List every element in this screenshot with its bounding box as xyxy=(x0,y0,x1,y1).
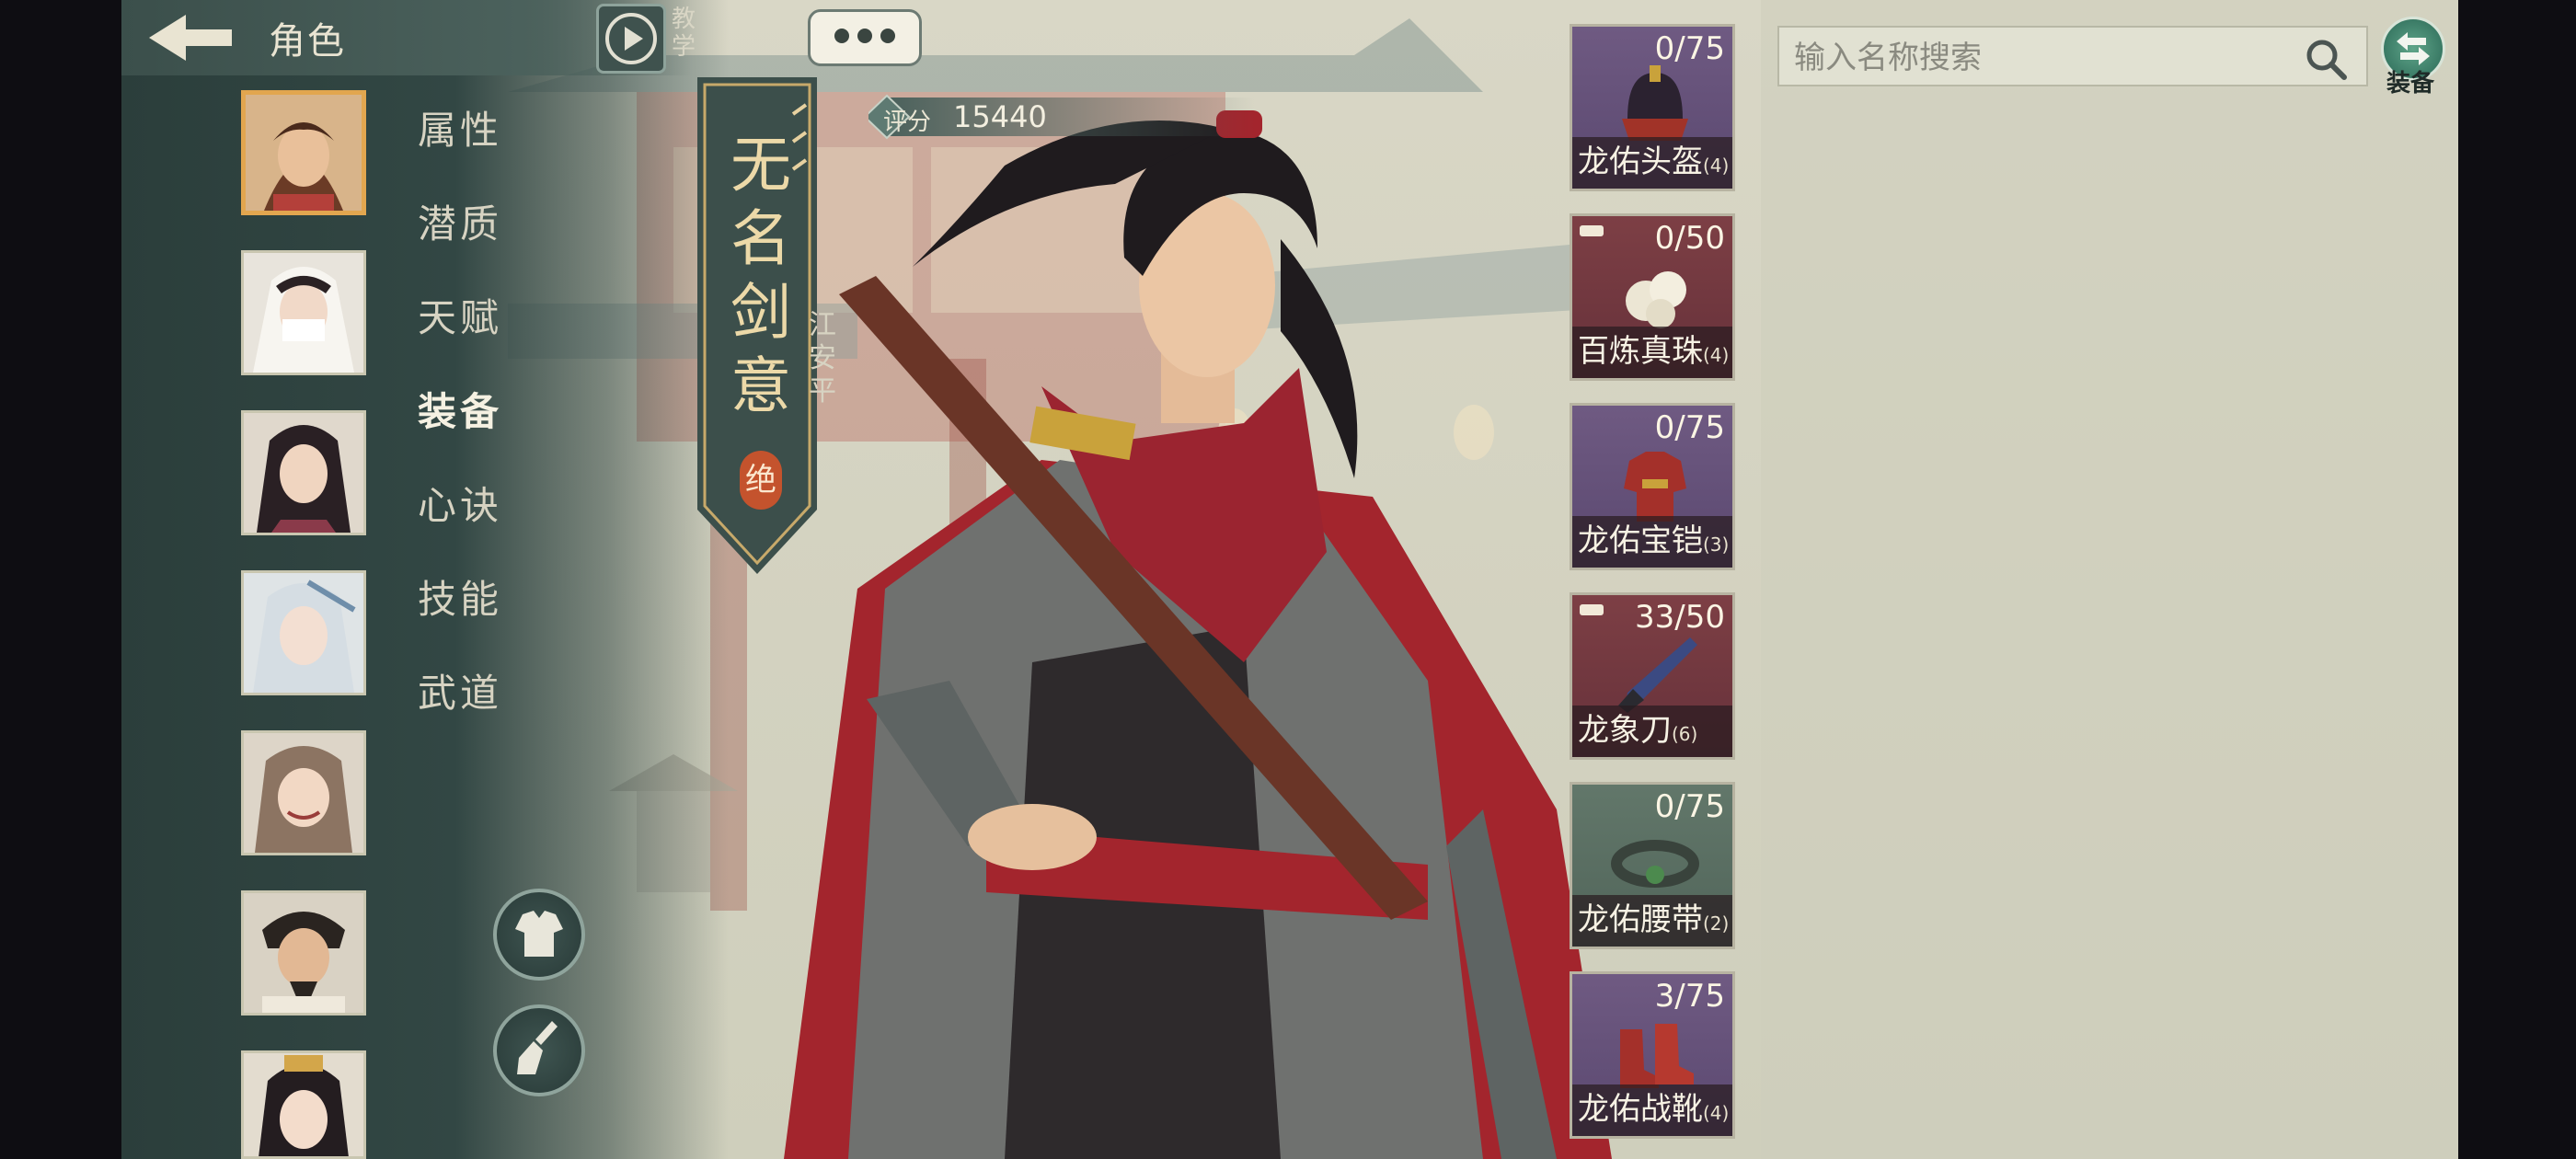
belt-icon xyxy=(1611,840,1699,888)
tab-potential[interactable]: 潜质 xyxy=(418,193,502,249)
character-portrait-2[interactable] xyxy=(241,250,366,375)
item-name: 百炼真珠(4) xyxy=(1578,333,1730,370)
item-level: (4) xyxy=(1703,155,1730,177)
character-portrait-5[interactable] xyxy=(241,730,366,855)
helmet-icon xyxy=(1622,65,1688,141)
score-value: 15440 xyxy=(953,99,1047,134)
equipment-slot-boots[interactable]: 3/75 龙佑战靴(4) xyxy=(1570,971,1735,1139)
portrait-image xyxy=(244,1053,363,1156)
item-count: 0/75 xyxy=(1654,30,1725,67)
equipment-slot-pearl[interactable]: 0/50 百炼真珠(4) xyxy=(1570,213,1735,381)
robe-icon xyxy=(515,911,563,957)
item-level: (3) xyxy=(1703,534,1730,556)
item-name: 龙象刀(6) xyxy=(1578,712,1698,749)
item-name: 龙佑战靴(4) xyxy=(1578,1091,1730,1128)
item-name: 龙佑腰带(2) xyxy=(1578,901,1730,938)
tab-martial-way[interactable]: 武道 xyxy=(418,662,502,718)
item-name: 龙佑宝铠(3) xyxy=(1578,522,1730,559)
item-count: 3/75 xyxy=(1654,978,1725,1015)
page-title: 角色 xyxy=(269,20,346,63)
portrait-image xyxy=(246,95,362,211)
grade-badge: 绝 xyxy=(740,451,782,510)
tutorial-label: 教学 xyxy=(672,6,696,61)
item-level: (6) xyxy=(1672,723,1698,745)
outfit-button[interactable] xyxy=(493,889,585,981)
portrait-image xyxy=(244,733,363,853)
equipment-slot-blade[interactable]: 33/50 龙象刀(6) xyxy=(1570,592,1735,760)
equipment-slot-helmet[interactable]: 0/75 龙佑头盔(4) xyxy=(1570,24,1735,191)
portrait-image xyxy=(244,253,363,373)
game-screen: 角色 教学 属性 潜质 天赋 装备 心诀 技能 武道 无名剑意 江安平 绝 评分… xyxy=(121,0,2458,1159)
portrait-image xyxy=(244,413,363,533)
item-count: 0/75 xyxy=(1654,409,1725,446)
item-level: (2) xyxy=(1703,912,1730,935)
tab-equipment[interactable]: 装备 xyxy=(418,381,502,437)
character-portrait-6[interactable] xyxy=(241,890,366,1016)
ellipsis-icon xyxy=(834,29,895,43)
item-name: 龙佑头盔(4) xyxy=(1578,143,1730,180)
banner-title: 无名剑意 xyxy=(730,130,791,421)
item-count: 0/50 xyxy=(1654,220,1725,257)
chat-bubble-button[interactable] xyxy=(808,9,922,66)
tab-attributes[interactable]: 属性 xyxy=(418,99,502,155)
search-icon[interactable] xyxy=(2304,37,2348,81)
lock-icon xyxy=(1580,604,1604,615)
character-portrait-1[interactable] xyxy=(241,90,366,215)
back-arrow-icon xyxy=(149,15,232,61)
tab-mind-art[interactable]: 心诀 xyxy=(418,475,502,531)
back-button[interactable] xyxy=(140,7,241,68)
item-level: (4) xyxy=(1703,1102,1730,1124)
inventory-panel xyxy=(1761,0,2458,1159)
equip-switch-label: 装备 xyxy=(2386,70,2435,98)
character-portrait-4[interactable] xyxy=(241,570,366,695)
tab-skills[interactable]: 技能 xyxy=(418,568,502,625)
character-illustration xyxy=(784,110,1612,1159)
pearl-icon xyxy=(1626,271,1686,328)
item-count: 33/50 xyxy=(1635,599,1725,636)
blade-icon xyxy=(1618,637,1697,713)
search-input[interactable] xyxy=(1792,37,2293,79)
play-icon xyxy=(605,13,657,64)
item-count: 0/75 xyxy=(1654,788,1725,825)
search-box xyxy=(1777,26,2368,86)
equipment-slot-armor[interactable]: 0/75 龙佑宝铠(3) xyxy=(1570,403,1735,570)
character-name: 江安平 xyxy=(809,309,836,407)
boots-icon xyxy=(1620,1024,1694,1088)
equipment-slot-belt[interactable]: 0/75 龙佑腰带(2) xyxy=(1570,782,1735,949)
character-portrait-7[interactable] xyxy=(241,1050,366,1159)
tutorial-play-button[interactable] xyxy=(596,4,666,74)
item-level: (4) xyxy=(1703,344,1730,366)
clean-button[interactable] xyxy=(493,1004,585,1096)
lock-icon xyxy=(1580,225,1604,236)
score-label: 评分 xyxy=(883,109,932,136)
broom-icon xyxy=(517,1021,558,1074)
portrait-image xyxy=(244,573,363,693)
portrait-image xyxy=(244,893,363,1013)
tab-talent[interactable]: 天赋 xyxy=(418,287,502,343)
armor-icon xyxy=(1624,452,1686,522)
character-portrait-3[interactable] xyxy=(241,410,366,535)
